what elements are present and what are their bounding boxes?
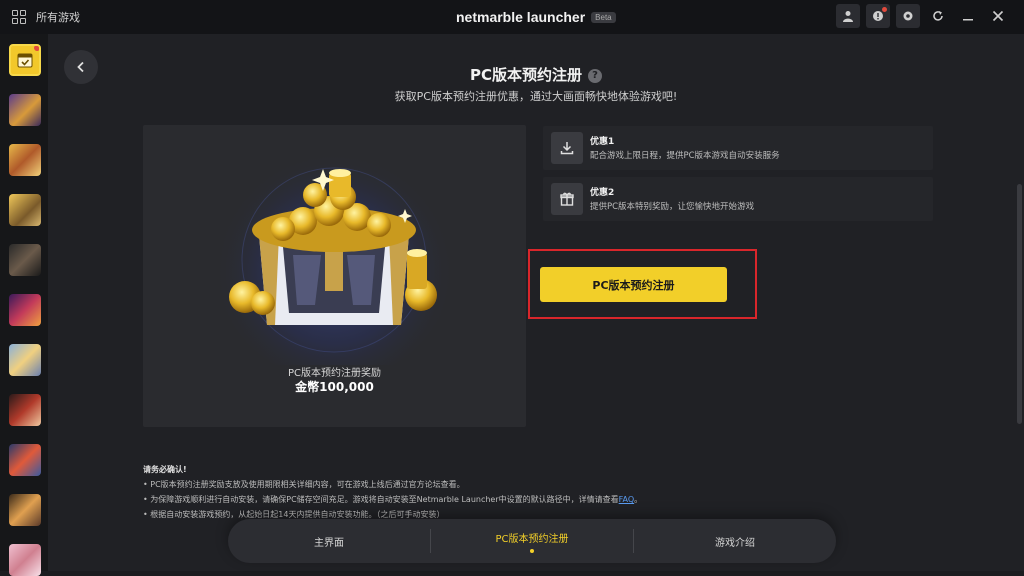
reward-card: PC版本预约注册奖励 金幣100,000: [143, 125, 526, 427]
bell-icon: [873, 11, 883, 21]
sidebar-game-thumbnail[interactable]: [9, 194, 41, 226]
gift-icon: [551, 183, 583, 215]
title-bar: 所有游戏 netmarble launcher Beta: [0, 0, 1024, 34]
page-title: PC版本预约注册?: [48, 64, 1024, 85]
treasure-chest-image: [214, 140, 454, 380]
notification-dot: [882, 7, 887, 12]
sidebar-game-thumbnail[interactable]: [9, 144, 41, 176]
sidebar-item-preregister[interactable]: [9, 44, 41, 76]
main-content: PC版本预约注册? 获取PC版本预约注册优惠，通过大画面畅快地体验游戏吧! PC…: [48, 34, 1024, 571]
reward-amount: 金幣100,000: [295, 380, 374, 394]
sidebar-game-thumbnail[interactable]: [9, 494, 41, 526]
nav-tab-label: PC版本预约注册: [495, 533, 569, 545]
benefit-item-1: 优惠1 配合游戏上限日程，提供PC版本游戏自动安装服务: [543, 126, 933, 170]
nav-tab-preregister[interactable]: PC版本预约注册: [431, 519, 633, 563]
active-indicator-dot: [530, 548, 534, 553]
sidebar-game-thumbnail[interactable]: [9, 394, 41, 426]
new-badge-dot: [34, 46, 39, 51]
notice-section: 请务必确认! • PC版本预约注册奖励支放及使用期限相关详细内容，可在游戏上线后…: [143, 462, 903, 522]
profile-button[interactable]: [836, 4, 860, 28]
page-title-text: PC版本预约注册: [469, 66, 582, 84]
gear-icon: [903, 11, 913, 21]
preregister-button[interactable]: PC版本预约注册: [540, 267, 727, 302]
faq-link[interactable]: FAQ: [619, 495, 635, 504]
sidebar-game-thumbnail[interactable]: [9, 94, 41, 126]
nav-tab-label: 游戏介绍: [715, 537, 755, 549]
minimize-icon: [963, 19, 973, 21]
notifications-button[interactable]: [866, 4, 890, 28]
all-games-menu[interactable]: 所有游戏: [0, 9, 80, 25]
download-icon: [551, 132, 583, 164]
notice-title: 请务必确认!: [143, 465, 187, 474]
grid-icon: [12, 10, 26, 24]
calendar-check-icon: [17, 53, 33, 68]
settings-button[interactable]: [896, 4, 920, 28]
benefit-item-2: 优惠2 提供PC版本特别奖励，让您愉快地开始游戏: [543, 177, 933, 221]
minimize-button[interactable]: [956, 4, 980, 28]
benefit-title: 优惠1: [590, 137, 615, 147]
nav-tab-home[interactable]: 主界面: [228, 519, 430, 563]
nav-tab-label: 主界面: [314, 537, 344, 549]
beta-badge: Beta: [591, 11, 616, 23]
refresh-button[interactable]: [926, 4, 950, 28]
scrollbar[interactable]: [1017, 184, 1022, 424]
brand-name: netmarble launcher: [456, 9, 586, 25]
notice-line: • PC版本预约注册奖励支放及使用期限相关详细内容，可在游戏上线后通过官方论坛查…: [143, 480, 465, 489]
close-icon: [992, 10, 1004, 22]
refresh-icon: [933, 11, 943, 21]
all-games-label: 所有游戏: [36, 11, 80, 24]
notice-line-text: 。: [634, 495, 643, 504]
benefit-title: 优惠2: [590, 188, 615, 198]
user-icon: [843, 11, 853, 22]
close-button[interactable]: [986, 4, 1010, 28]
benefit-desc: 提供PC版本特别奖励，让您愉快地开始游戏: [590, 202, 755, 212]
sidebar-game-thumbnail[interactable]: [9, 294, 41, 326]
sidebar-game-thumbnail[interactable]: [9, 544, 41, 576]
reward-caption: PC版本预约注册奖励: [287, 368, 381, 379]
benefit-desc: 配合游戏上限日程，提供PC版本游戏自动安装服务: [590, 151, 780, 161]
notice-line: • 为保障游戏顺利进行自动安装，请确保PC储存空间充足。游戏将自动安装至Netm…: [143, 492, 903, 507]
notice-line-text: • 为保障游戏顺利进行自动安装，请确保PC储存空间充足。游戏将自动安装至Netm…: [143, 495, 619, 504]
help-icon[interactable]: ?: [588, 68, 602, 83]
app-brand: netmarble launcher Beta: [456, 9, 616, 25]
sidebar-game-thumbnail[interactable]: [9, 244, 41, 276]
nav-tab-game-intro[interactable]: 游戏介绍: [634, 519, 836, 563]
bottom-nav: 主界面 PC版本预约注册 游戏介绍: [228, 519, 836, 563]
game-sidebar: [0, 34, 48, 576]
sidebar-game-thumbnail[interactable]: [9, 444, 41, 476]
sidebar-game-thumbnail[interactable]: [9, 344, 41, 376]
page-subtitle: 获取PC版本预约注册优惠，通过大画面畅快地体验游戏吧!: [394, 90, 678, 103]
